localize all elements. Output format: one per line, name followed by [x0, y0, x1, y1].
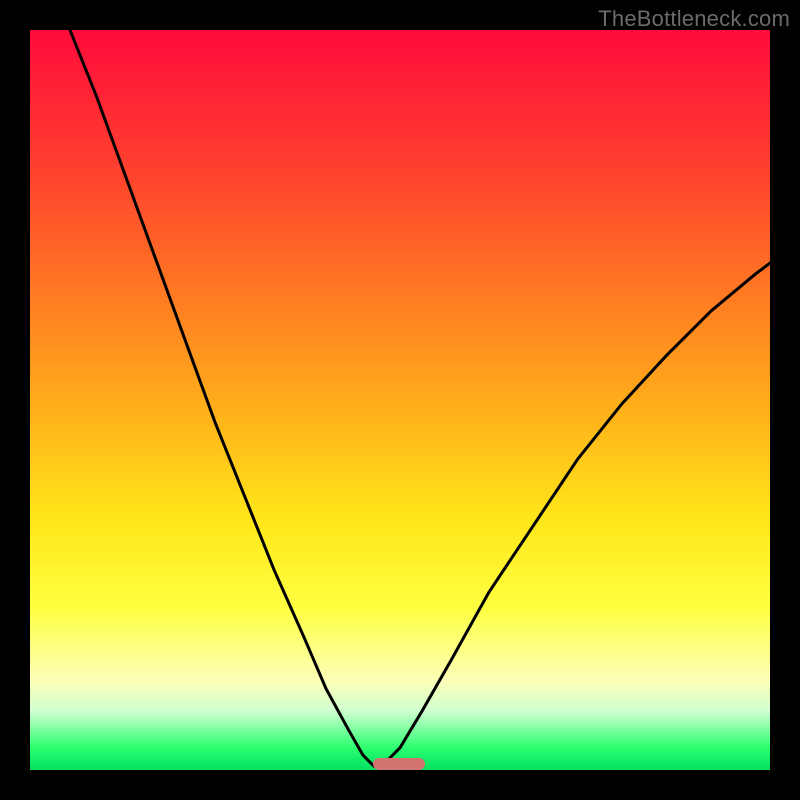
floor-marker — [373, 758, 425, 770]
curve-layer — [30, 30, 770, 770]
chart-frame: TheBottleneck.com — [0, 0, 800, 800]
watermark-text: TheBottleneck.com — [598, 6, 790, 32]
curve-left-branch — [70, 30, 374, 766]
curve-right-branch — [382, 263, 771, 766]
